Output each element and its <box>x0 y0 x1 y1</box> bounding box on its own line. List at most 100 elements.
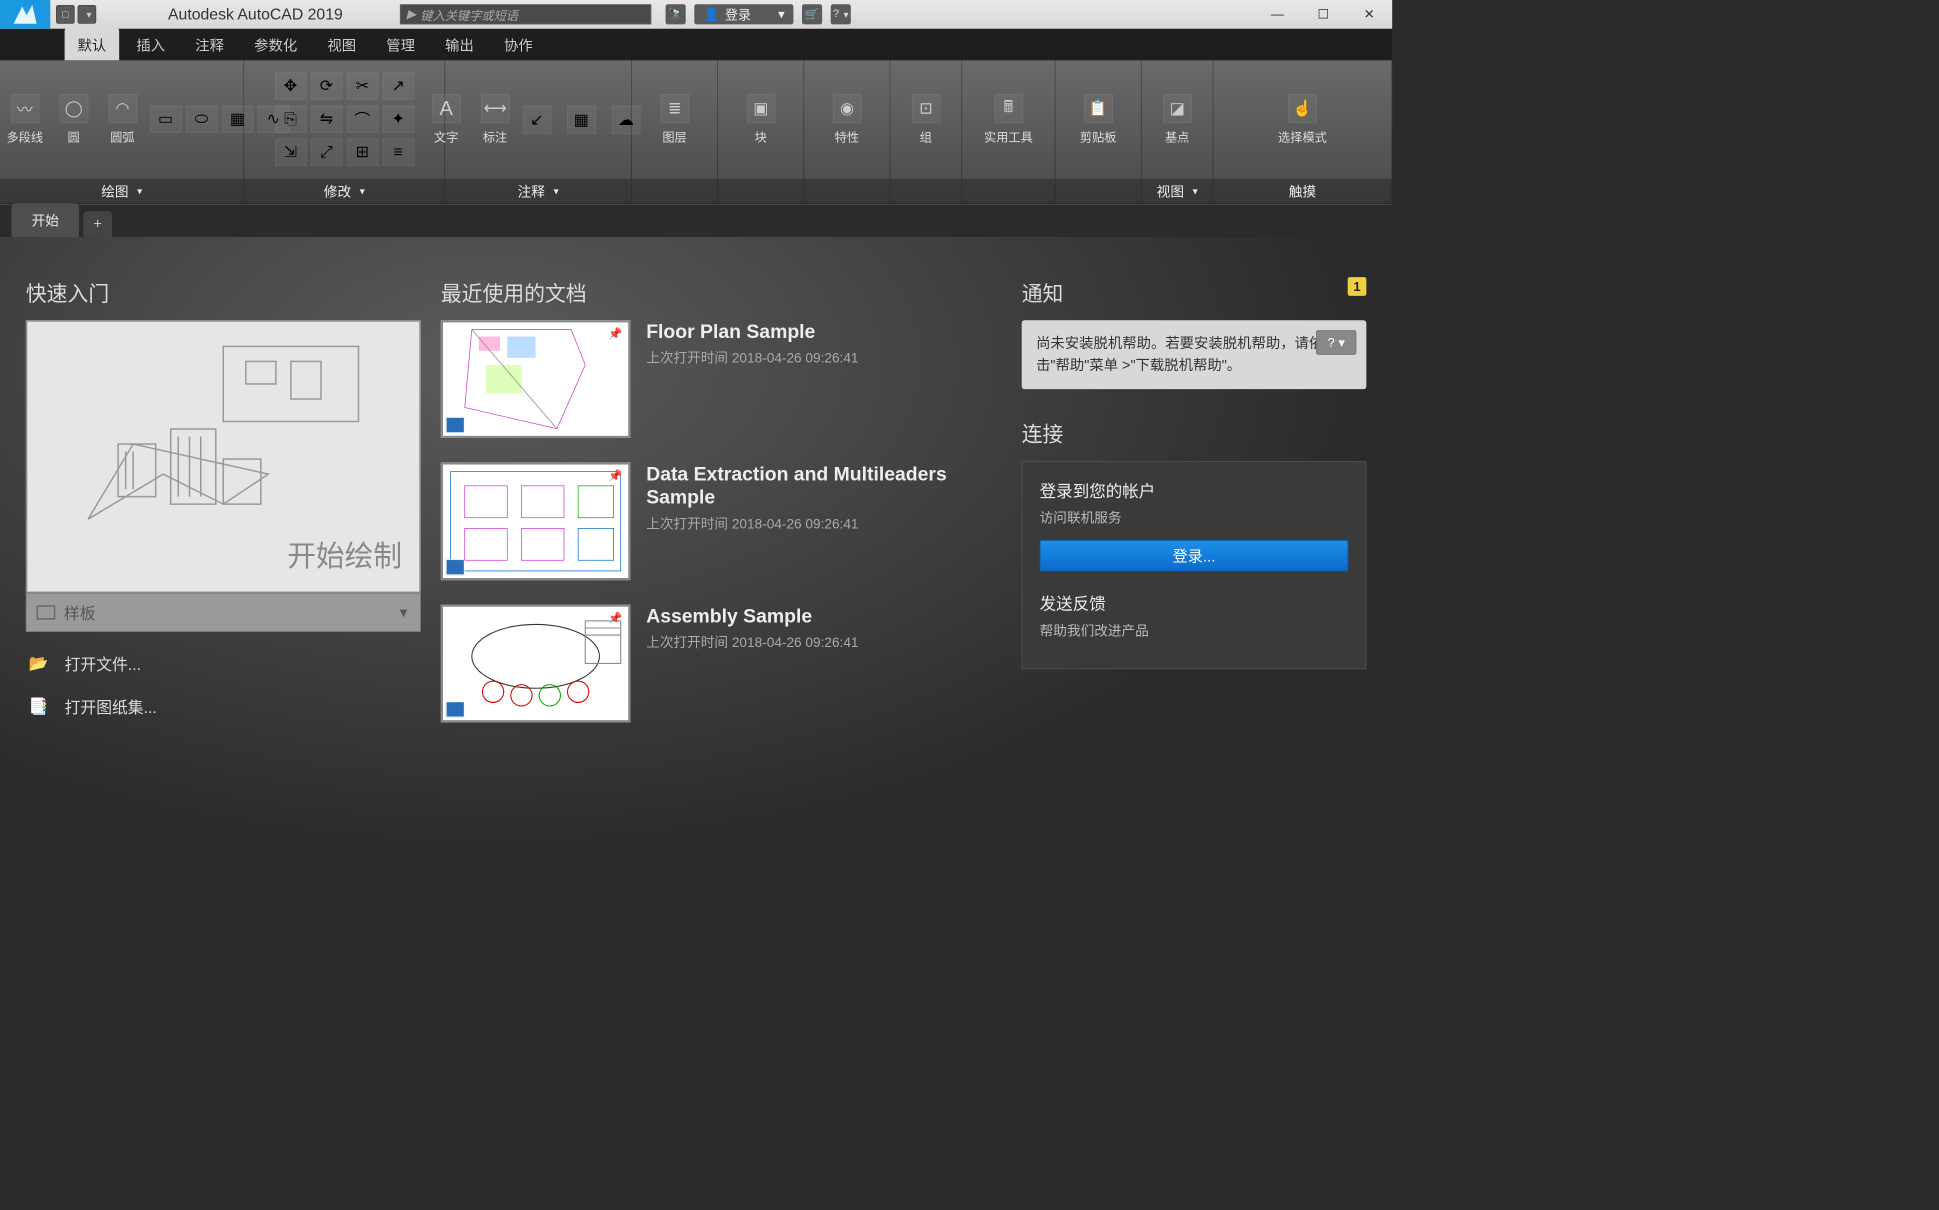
panel-clipboard-title[interactable] <box>1055 179 1140 203</box>
recent-item[interactable]: 📌 Data Extraction and Multileaders Sampl… <box>441 462 1002 580</box>
trim-icon[interactable]: ✂ <box>346 72 378 99</box>
signin-button[interactable]: 登录... <box>1040 540 1349 572</box>
notification-help-button[interactable]: ? ▾ <box>1316 330 1356 354</box>
tool-circle[interactable]: ◯圆 <box>52 94 95 145</box>
exchange-icon[interactable]: 🛒 <box>802 4 822 24</box>
ellipse-icon[interactable]: ⬭ <box>186 105 218 132</box>
notifications-title: 通知 1 <box>1022 277 1367 307</box>
recent-meta: 上次打开时间 2018-04-26 09:26:41 <box>646 513 1001 532</box>
recent-meta: 上次打开时间 2018-04-26 09:26:41 <box>646 632 858 651</box>
recent-item[interactable]: 📌 Floor Plan Sample 上次打开时间 2018-04-26 09… <box>441 320 1002 438</box>
tool-select[interactable]: ☝选择模式 <box>1278 94 1327 145</box>
leader-icon[interactable]: ↙ <box>522 105 551 134</box>
ribbon-tabs: 默认 插入 注释 参数化 视图 管理 输出 协作 <box>0 29 1392 61</box>
tool-polyline[interactable]: 〰多段线 <box>3 94 46 145</box>
panel-utilities-title[interactable] <box>962 179 1055 203</box>
start-page: 快速入门 开始绘制 <box>0 237 1392 869</box>
doc-tab-start[interactable]: 开始 <box>11 203 79 237</box>
maximize-button[interactable]: ☐ <box>1300 0 1346 29</box>
tab-parametric[interactable]: 参数化 <box>241 28 310 60</box>
panel-view-title[interactable]: 视图 <box>1142 179 1213 203</box>
connect-panel: 登录到您的帐户 访问联机服务 登录... 发送反馈 帮助我们改进产品 <box>1022 461 1367 669</box>
tab-default[interactable]: 默认 <box>65 28 120 60</box>
tab-collab[interactable]: 协作 <box>491 28 546 60</box>
base-icon: ◪ <box>1163 94 1192 123</box>
tool-base[interactable]: ◪基点 <box>1156 94 1199 145</box>
extend-icon[interactable]: ↗ <box>382 72 414 99</box>
circle-icon: ◯ <box>59 94 88 123</box>
pin-icon[interactable]: 📌 <box>608 327 622 341</box>
copy-icon[interactable]: ⎘ <box>275 105 307 132</box>
app-logo[interactable] <box>0 0 50 29</box>
tool-arc[interactable]: ◠圆弧 <box>101 94 144 145</box>
panel-modify-title[interactable]: 修改 <box>244 179 444 203</box>
dwg-badge-icon <box>446 559 465 575</box>
sheetset-icon: 📑 <box>26 696 52 716</box>
recent-item[interactable]: 📌 Assembly Sample 上次打开时间 2018-04-26 09:2… <box>441 605 1002 723</box>
clipboard-icon: 📋 <box>1084 94 1113 123</box>
app-title: Autodesk AutoCAD 2019 <box>168 5 343 24</box>
table-icon[interactable]: ▦ <box>567 105 596 134</box>
fillet-icon[interactable]: ⌒ <box>346 105 378 132</box>
tool-utilities[interactable]: 🖩实用工具 <box>984 94 1033 145</box>
rotate-icon[interactable]: ⟳ <box>311 72 343 99</box>
properties-icon: ◉ <box>833 94 862 123</box>
arc-icon: ◠ <box>108 94 137 123</box>
binoculars-icon[interactable]: 🔭 <box>666 4 686 24</box>
tab-annotate[interactable]: 注释 <box>182 28 237 60</box>
offset-icon[interactable]: ≡ <box>382 138 414 165</box>
dwg-badge-icon <box>446 417 465 433</box>
qat-dropdown-icon[interactable] <box>78 5 97 24</box>
panel-block-title[interactable] <box>718 179 803 203</box>
tab-view[interactable]: 视图 <box>314 28 369 60</box>
rect-icon[interactable]: ▭ <box>150 105 182 132</box>
group-icon: ⊡ <box>912 94 941 123</box>
pin-icon[interactable]: 📌 <box>608 469 622 483</box>
explode-icon[interactable]: ✦ <box>382 105 414 132</box>
qat-new-icon[interactable]: ▢ <box>56 5 75 24</box>
panel-group-title[interactable] <box>890 179 961 203</box>
recent-thumbnail: 📌 <box>441 605 631 723</box>
tool-layers[interactable]: ≣图层 <box>653 94 696 145</box>
dimension-icon: ⟷ <box>481 94 510 123</box>
panel-layers-title[interactable] <box>632 179 717 203</box>
close-button[interactable]: ✕ <box>1346 0 1392 29</box>
minimize-button[interactable]: — <box>1254 0 1300 29</box>
utilities-icon: 🖩 <box>994 94 1023 123</box>
template-dropdown[interactable]: 样板 ▼ <box>26 593 421 632</box>
array-icon[interactable]: ⊞ <box>346 138 378 165</box>
open-file-button[interactable]: 📂 打开文件... <box>26 652 421 675</box>
folder-icon: 📂 <box>26 653 52 673</box>
doc-tab-add[interactable]: + <box>83 211 112 237</box>
pin-icon[interactable]: 📌 <box>608 611 622 625</box>
notification-text: 尚未安装脱机帮助。若要安装脱机帮助，请依次单击"帮助"菜单 >"下载脱机帮助"。 <box>1036 336 1352 373</box>
text-icon: A <box>432 94 461 123</box>
tool-group[interactable]: ⊡组 <box>904 94 947 145</box>
tool-properties[interactable]: ◉特性 <box>825 94 868 145</box>
panel-annotate-title[interactable]: 注释 <box>445 179 631 203</box>
panel-draw-title[interactable]: 绘图 <box>0 179 243 203</box>
scale-icon[interactable]: ⤢ <box>311 138 343 165</box>
tool-clipboard[interactable]: 📋剪贴板 <box>1077 94 1120 145</box>
panel-properties-title[interactable] <box>804 179 889 203</box>
tool-text[interactable]: A文字 <box>425 94 468 145</box>
polyline-icon: 〰 <box>10 94 39 123</box>
tab-insert[interactable]: 插入 <box>123 28 178 60</box>
tab-manage[interactable]: 管理 <box>373 28 428 60</box>
feedback-title: 发送反馈 <box>1040 590 1349 614</box>
panel-touch-title[interactable]: 触摸 <box>1213 179 1391 203</box>
tab-output[interactable]: 输出 <box>432 28 487 60</box>
signin-menu[interactable]: 👤 登录 ▾ <box>695 4 794 24</box>
open-sheetset-button[interactable]: 📑 打开图纸集... <box>26 695 421 718</box>
search-input[interactable]: ▶ 键入关键字或短语 <box>400 4 651 24</box>
user-icon: 👤 <box>703 7 719 22</box>
help-icon[interactable]: ? <box>831 4 851 24</box>
notification-box: ? ▾ 尚未安装脱机帮助。若要安装脱机帮助，请依次单击"帮助"菜单 >"下载脱机… <box>1022 320 1367 389</box>
search-placeholder: 键入关键字或短语 <box>420 5 518 23</box>
tool-dimension[interactable]: ⟷标注 <box>474 94 517 145</box>
move-icon[interactable]: ✥ <box>275 72 307 99</box>
mirror-icon[interactable]: ⇋ <box>311 105 343 132</box>
tool-block[interactable]: ▣块 <box>739 94 782 145</box>
start-drawing-card[interactable]: 开始绘制 <box>26 320 421 593</box>
stretch-icon[interactable]: ⇲ <box>275 138 307 165</box>
